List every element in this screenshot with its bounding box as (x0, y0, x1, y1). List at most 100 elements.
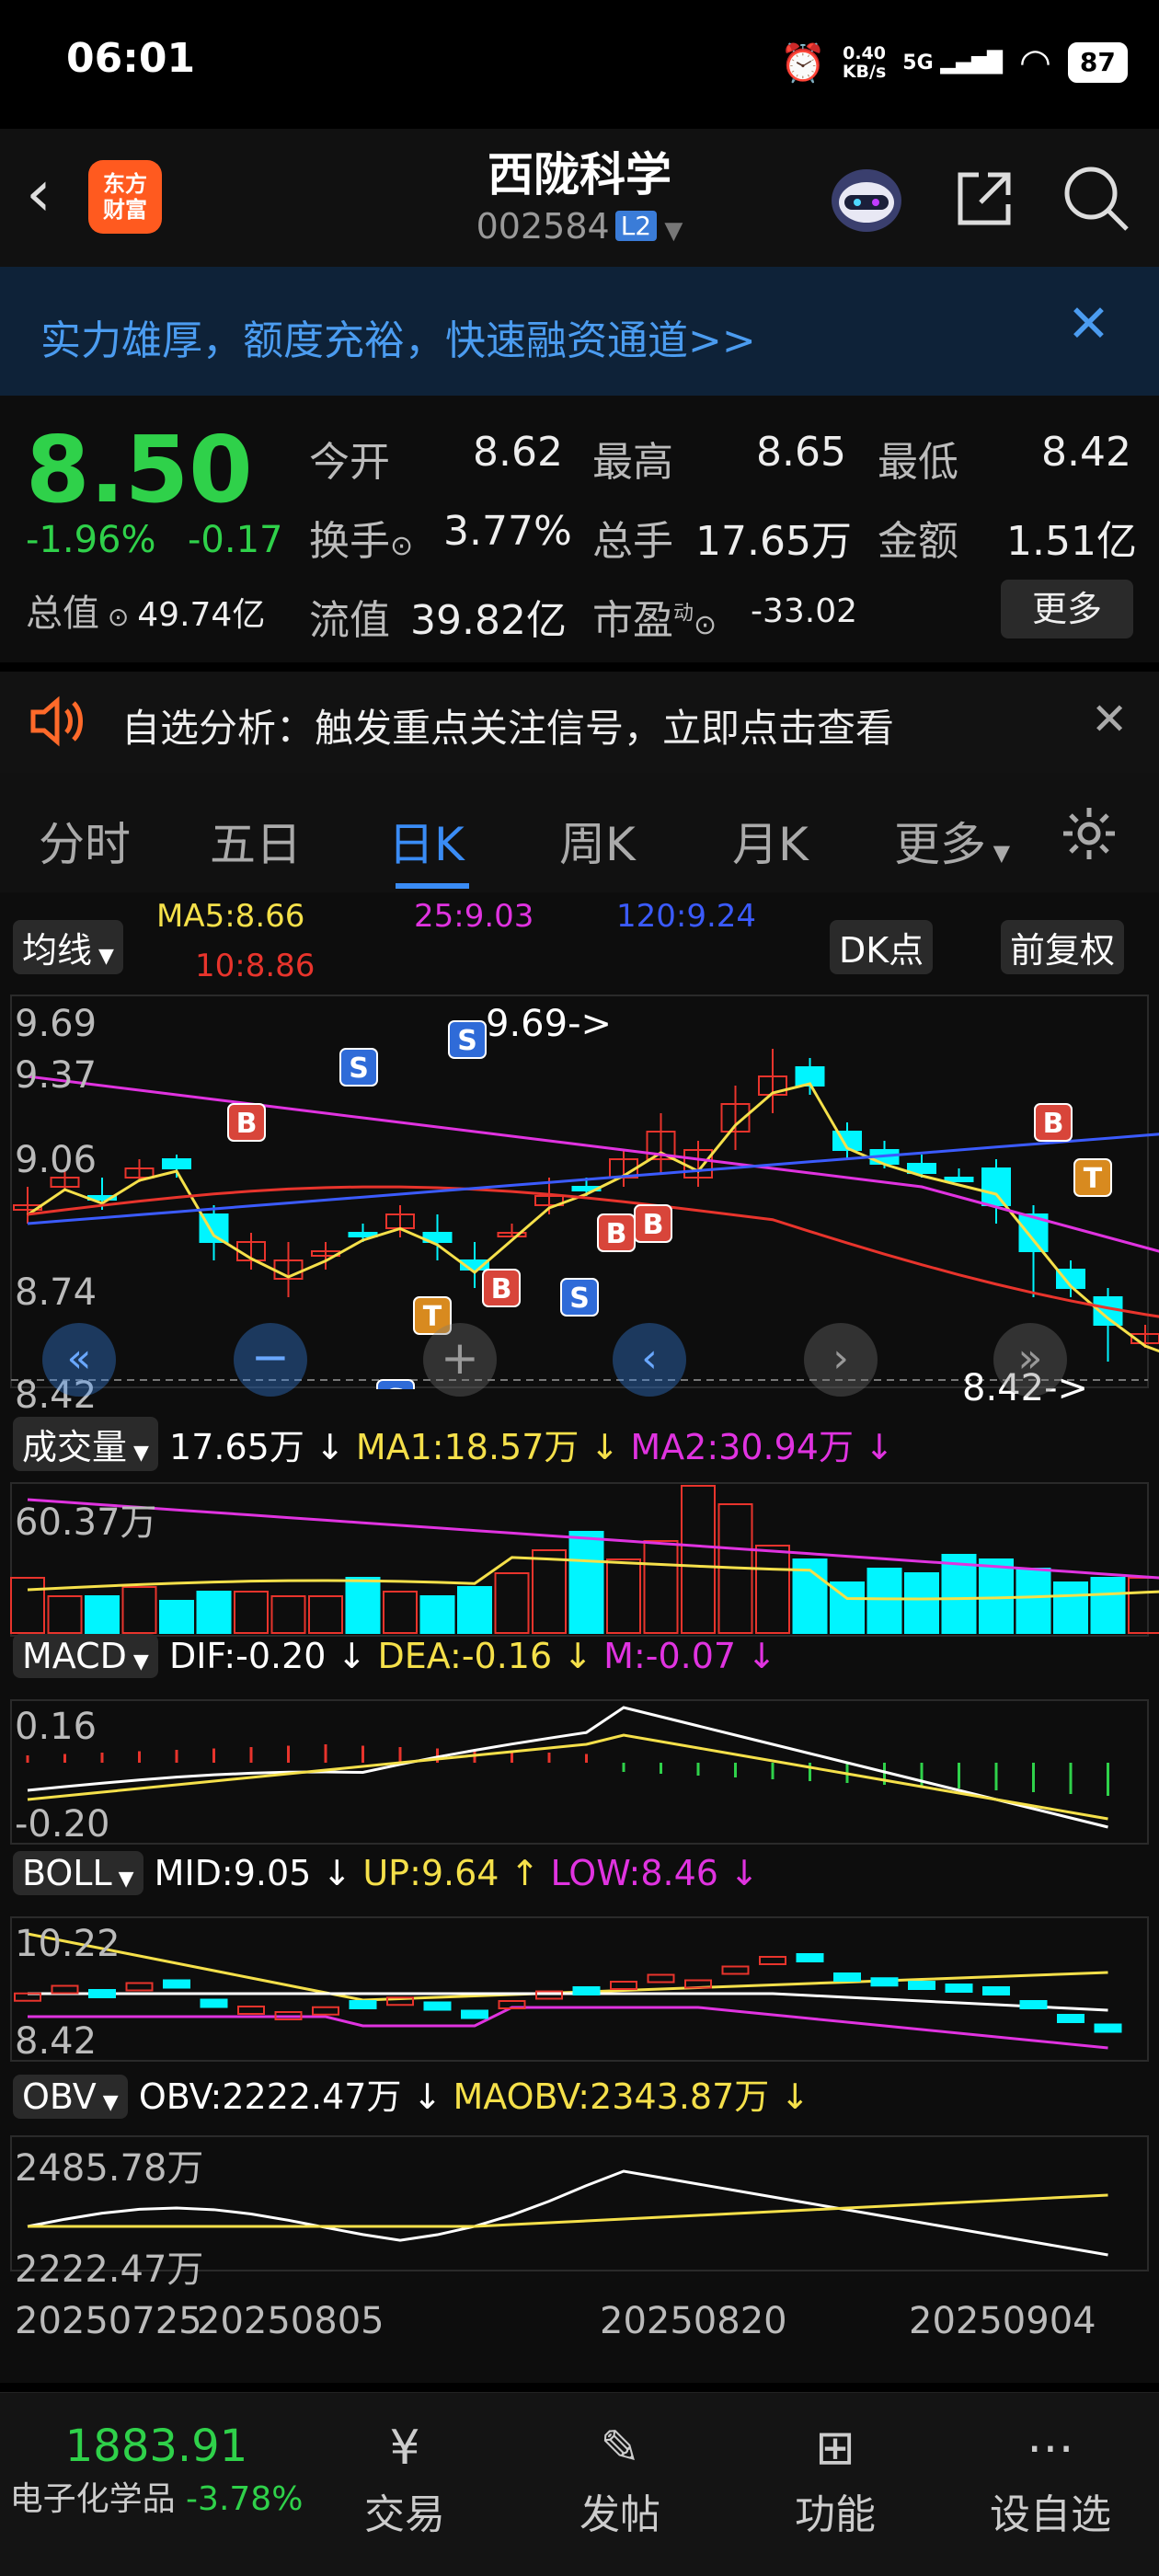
boll-chart[interactable] (0, 1915, 1159, 2063)
tab-monthly-k[interactable]: 月K (732, 808, 809, 874)
obv-selector[interactable]: OBV ▼ (13, 2075, 128, 2119)
open-label: 今开 (309, 439, 390, 486)
pe-value: -33.02 (751, 592, 858, 630)
boll-candle (870, 1977, 899, 1987)
zoom-in-button[interactable]: + (423, 1323, 497, 1397)
macd-selector[interactable]: MACD ▼ (13, 1634, 158, 1678)
signal-letter: B (1043, 1108, 1064, 1140)
grid-icon: ⊞ (815, 2421, 855, 2476)
boll-candle (125, 1982, 154, 1992)
signal-letter: T (1084, 1163, 1103, 1195)
battery-indicator: 87 (1067, 42, 1128, 83)
low-label: 最低 (878, 439, 958, 486)
info-icon: ⊙ (99, 602, 138, 632)
share-icon[interactable] (942, 156, 1027, 241)
close-icon[interactable]: ✕ (1067, 294, 1110, 354)
edit-icon: ✎ (600, 2421, 640, 2476)
tip-text: 自选分析：触发重点关注信号，立即点击查看 (121, 706, 895, 751)
bottom-nav: 1883.91 电子化学品 -3.78% ¥ 交易 ✎ 发帖 ⊞ 功能 ⋯ 设自选 (0, 2392, 1159, 2576)
boll-candle (833, 1972, 861, 1982)
signal-tip[interactable]: 自选分析：触发重点关注信号，立即点击查看 ✕ (0, 672, 1159, 773)
obv-y-bottom: 2222.47万 (15, 2248, 204, 2291)
tab-more[interactable]: 更多 ▼ (894, 808, 1010, 874)
chart-area[interactable]: 均线 ▼ MA5:8.66 10:8.86 25:9.03 120:9.24 D… (0, 892, 1159, 2383)
nav-trade[interactable]: ¥ 交易 (313, 2421, 497, 2540)
speaker-icon (28, 696, 83, 751)
kline-candle (944, 1177, 974, 1182)
scroll-left-fast-button[interactable]: « (42, 1323, 116, 1397)
trade-signal-marker: S (376, 1379, 415, 1389)
more-dots-icon: ⋯ (1027, 2421, 1074, 2476)
macd-legend: MACD ▼ DIF:-0.20 ↓ DEA:-0.16 ↓ M:-0.07 ↓ (13, 1634, 776, 1678)
volume-bar (1128, 1577, 1159, 1634)
volume-selector[interactable]: 成交量 ▼ (13, 1417, 158, 1471)
obv-y-top: 2485.78万 (15, 2147, 204, 2190)
ma-selector[interactable]: 均线 ▼ (13, 920, 123, 974)
date-label-3: 20250820 (600, 2300, 787, 2342)
zoom-out-button[interactable]: − (234, 1323, 307, 1397)
tab-weekly-k[interactable]: 周K (559, 808, 636, 874)
tab-five-day[interactable]: 五日 (210, 808, 302, 874)
trade-signal-marker: S (339, 1048, 378, 1087)
chart-tabs: 分时 五日 日K 周K 月K 更多 ▼ (0, 773, 1159, 892)
boll-candle (461, 2009, 488, 2019)
pe-label: 市盈动⊙ (592, 597, 717, 644)
boll-candle (759, 1956, 786, 1965)
panel-frame (10, 1699, 1149, 1845)
boll-candle (796, 1953, 824, 1962)
low-value: 8.42 (1041, 429, 1131, 476)
volume-bar (1090, 1577, 1126, 1634)
volume-bar (606, 1558, 641, 1634)
close-icon[interactable]: ✕ (1091, 694, 1128, 745)
boll-candle (163, 1979, 190, 1989)
tab-intraday[interactable]: 分时 (39, 808, 131, 874)
trade-signal-marker: B (482, 1269, 521, 1307)
maobv-line (28, 2193, 1108, 2228)
kline-chart[interactable]: SSBBTBSBSBT (0, 994, 1159, 1389)
volume-chart[interactable] (0, 1481, 1159, 1638)
index-change: -3.78% (186, 2480, 304, 2518)
more-button[interactable]: 更多 (1001, 580, 1133, 638)
scroll-left-button[interactable]: ‹ (613, 1323, 686, 1397)
macd-y-top: 0.16 (15, 1706, 98, 1748)
volume-bar (121, 1586, 157, 1634)
volume-bar (383, 1591, 418, 1634)
boll-candle (1057, 2014, 1084, 2023)
nav-post[interactable]: ✎ 发帖 (528, 2421, 712, 2540)
financing-banner[interactable]: 实力雄厚，额度充裕，快速融资通道>> ✕ (0, 267, 1159, 396)
boll-selector[interactable]: BOLL ▼ (13, 1851, 143, 1895)
dk-button[interactable]: DK点 (830, 920, 934, 974)
boll-candle (647, 1973, 675, 1984)
boll-candle (423, 2001, 452, 2011)
nav-functions[interactable]: ⊞ 功能 (743, 2421, 927, 2540)
trade-signal-marker: B (634, 1204, 672, 1243)
macd-chart[interactable] (0, 1698, 1159, 1846)
net-speed: 0.40 KB/s (842, 43, 887, 82)
volume-bar (941, 1554, 977, 1634)
index-ticker[interactable]: 1883.91 电子化学品 -3.78% (0, 2421, 313, 2520)
search-icon[interactable] (1054, 156, 1139, 241)
kline-candle (981, 1167, 1011, 1206)
boll-candle (1094, 2023, 1122, 2033)
boll-candle (200, 1998, 228, 2008)
boll-candle (610, 1981, 637, 1990)
signal-letter: B (491, 1273, 512, 1305)
macd-y-bottom: -0.20 (15, 1803, 110, 1846)
volume-bar (568, 1531, 604, 1634)
adjust-button[interactable]: 前复权 (1001, 920, 1125, 974)
volume-bar (643, 1540, 679, 1634)
nav-add-favorite[interactable]: ⋯ 设自选 (958, 2421, 1142, 2540)
boll-y-top: 10.22 (15, 1923, 120, 1965)
scroll-right-fast-button[interactable]: » (993, 1323, 1067, 1397)
ma10-value: 10:8.86 (195, 948, 316, 984)
high-label: 最高 (592, 439, 673, 486)
tab-daily-k[interactable]: 日K (388, 808, 465, 874)
scroll-right-button[interactable]: › (804, 1323, 878, 1397)
gear-icon[interactable] (1060, 804, 1119, 867)
volume-bar (234, 1591, 269, 1634)
kline-candle (162, 1158, 191, 1169)
robot-assistant-icon[interactable] (824, 156, 909, 241)
index-value: 1883.91 (64, 2421, 248, 2472)
macd-dif-line (27, 1706, 1108, 1829)
volume-label: 总手 (592, 518, 673, 565)
